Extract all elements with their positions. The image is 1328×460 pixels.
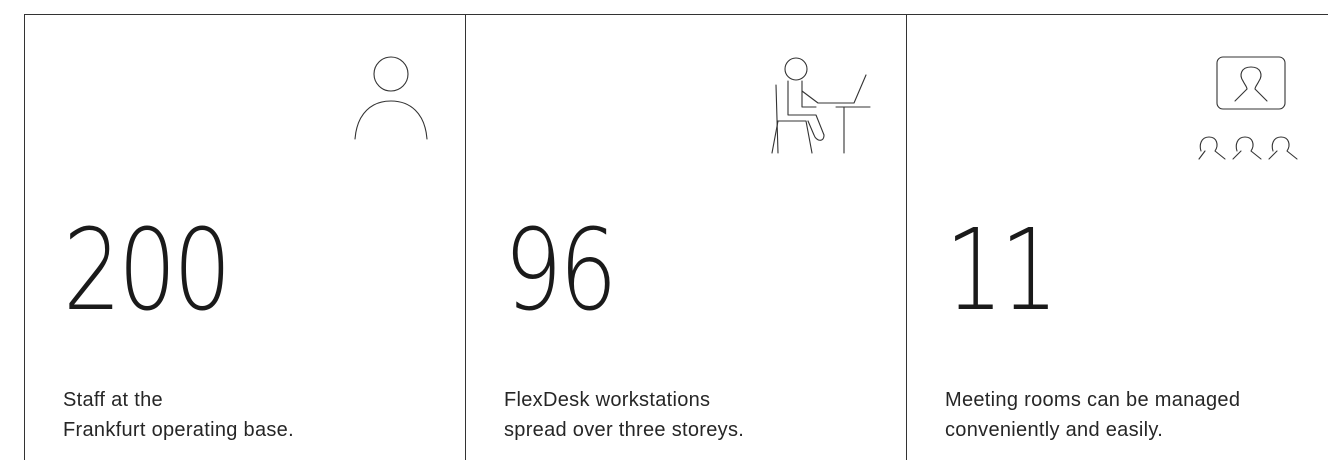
stat-description-line: spread over three storeys. [504,419,745,441]
stat-description: FlexDesk workstations spread over three … [504,385,744,445]
desk-worker-icon [766,55,872,155]
stat-description-line: Staff at the [63,389,163,411]
stat-value: 96 [504,206,618,336]
stat-card-staff: 200 Staff at the Frankfurt operating bas… [25,15,466,460]
stat-value: 200 [63,206,232,336]
stats-panel: 200 Staff at the Frankfurt operating bas… [24,14,1328,460]
stat-description-line: Meeting rooms can be managed [945,389,1241,411]
stat-value: 11 [945,206,1059,336]
stat-description: Meeting rooms can be managed convenientl… [945,385,1240,445]
stat-description-line: Frankfurt operating base. [63,419,294,441]
stat-card-meeting-rooms: 11 Meeting rooms can be managed convenie… [907,15,1328,460]
stat-description-line: conveniently and easily. [945,419,1164,441]
stat-description-line: FlexDesk workstations [504,389,711,411]
person-icon [353,55,429,141]
video-conference-icon [1195,55,1307,165]
stat-card-workstations: 96 FlexDesk workstations spread over thr… [466,15,907,460]
stat-description: Staff at the Frankfurt operating base. [63,385,294,445]
